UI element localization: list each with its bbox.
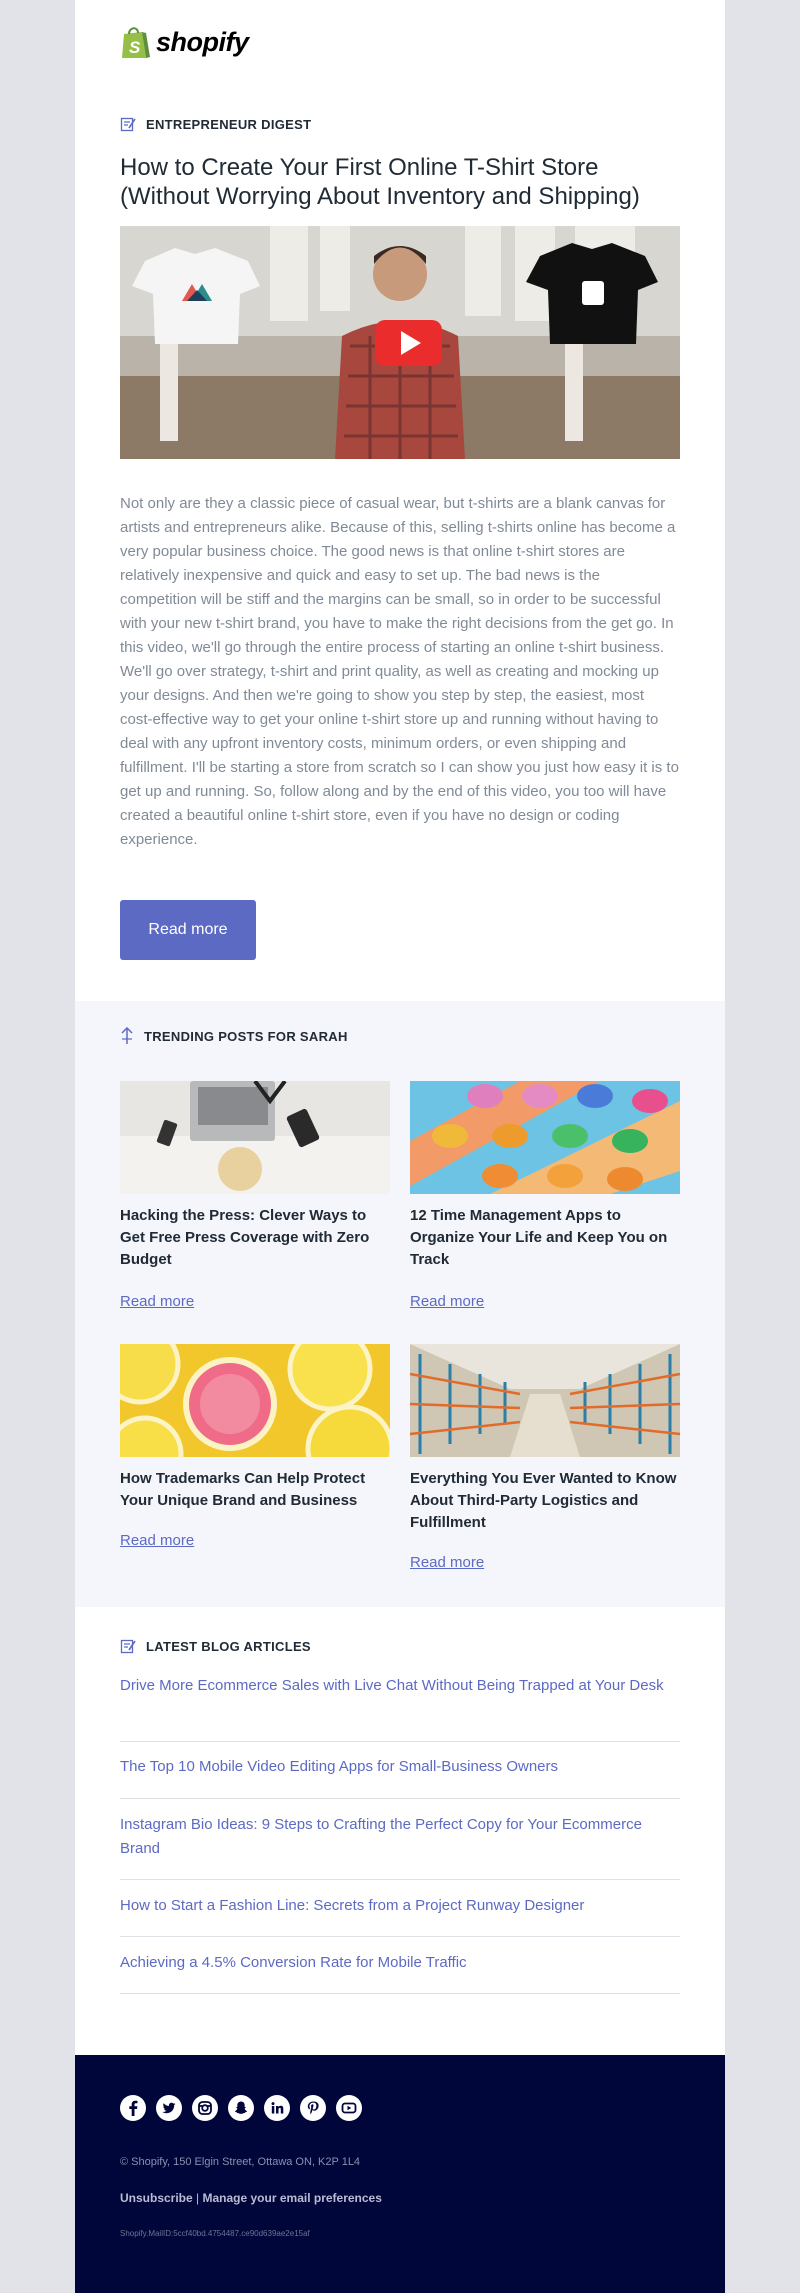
- trending-card: 12 Time Management Apps to Organize Your…: [410, 1081, 680, 1310]
- trending-card: Everything You Ever Wanted to Know About…: [410, 1344, 680, 1571]
- video-thumbnail[interactable]: [120, 226, 680, 459]
- trending-card-link[interactable]: Read more: [410, 1293, 484, 1310]
- pinterest-icon[interactable]: [300, 2095, 326, 2121]
- video-still: [120, 226, 680, 459]
- digest-kicker: ENTREPRENEUR DIGEST: [120, 116, 311, 132]
- manage-preferences-link[interactable]: Manage your email preferences: [203, 2191, 382, 2205]
- youtube-icon[interactable]: [336, 2095, 362, 2121]
- social-links: [120, 2095, 362, 2121]
- trending-card-link[interactable]: Read more: [120, 1293, 194, 1310]
- trending-arrow-icon: [120, 1027, 134, 1045]
- trending-card-image[interactable]: [120, 1344, 390, 1457]
- shopify-logo[interactable]: S shopify: [120, 22, 249, 62]
- article-title[interactable]: How to Create Your First Online T-Shirt …: [120, 153, 680, 211]
- read-more-button[interactable]: Read more: [120, 900, 256, 960]
- mail-id: Shopify.MailID:5ccf40bd.4754487.ce90d639…: [120, 2229, 310, 2238]
- email-container: S shopify ENTREPRENEUR DIGEST How to Cre…: [75, 0, 725, 2293]
- blog-article-link[interactable]: Achieving a 4.5% Conversion Rate for Mob…: [120, 1951, 680, 1975]
- blog-list-item: How to Start a Fashion Line: Secrets fro…: [120, 1894, 680, 1937]
- blog-article-link[interactable]: Instagram Bio Ideas: 9 Steps to Crafting…: [120, 1813, 680, 1861]
- linkedin-icon[interactable]: [264, 2095, 290, 2121]
- twitter-icon[interactable]: [156, 2095, 182, 2121]
- trending-section: TRENDING POSTS FOR SARAH Hacking the Pre…: [75, 1001, 725, 1607]
- trending-card-link[interactable]: Read more: [410, 1554, 484, 1571]
- trending-card-title[interactable]: How Trademarks Can Help Protect Your Uni…: [120, 1468, 390, 1512]
- trending-card: Hacking the Press: Clever Ways to Get Fr…: [120, 1081, 390, 1310]
- edit-note-icon: [120, 116, 136, 132]
- blog-list-item: Achieving a 4.5% Conversion Rate for Mob…: [120, 1951, 680, 1994]
- trending-card-title[interactable]: Hacking the Press: Clever Ways to Get Fr…: [120, 1205, 390, 1271]
- facebook-icon[interactable]: [120, 2095, 146, 2121]
- trending-kicker-label: TRENDING POSTS FOR SARAH: [144, 1028, 348, 1044]
- edit-note-icon: [120, 1638, 136, 1654]
- trending-card-image[interactable]: [410, 1344, 680, 1457]
- blog-article-link[interactable]: The Top 10 Mobile Video Editing Apps for…: [120, 1755, 680, 1779]
- latest-kicker-label: LATEST BLOG ARTICLES: [146, 1638, 311, 1654]
- instagram-icon[interactable]: [192, 2095, 218, 2121]
- trending-kicker: TRENDING POSTS FOR SARAH: [120, 1027, 348, 1045]
- svg-text:S: S: [129, 38, 141, 57]
- shopify-bag-icon: S: [122, 26, 150, 58]
- company-address: © Shopify, 150 Elgin Street, Ottawa ON, …: [120, 2156, 361, 2168]
- trending-card-title[interactable]: 12 Time Management Apps to Organize Your…: [410, 1205, 680, 1271]
- blog-article-link[interactable]: How to Start a Fashion Line: Secrets fro…: [120, 1894, 680, 1918]
- trending-card: How Trademarks Can Help Protect Your Uni…: [120, 1344, 390, 1549]
- blog-list-item: Instagram Bio Ideas: 9 Steps to Crafting…: [120, 1813, 680, 1880]
- blog-article-link[interactable]: Drive More Ecommerce Sales with Live Cha…: [120, 1674, 680, 1698]
- shopify-wordmark: shopify: [156, 26, 249, 57]
- trending-card-image[interactable]: [410, 1081, 680, 1194]
- trending-card-image[interactable]: [120, 1081, 390, 1194]
- snapchat-icon[interactable]: [228, 2095, 254, 2121]
- blog-list-item: Drive More Ecommerce Sales with Live Cha…: [120, 1674, 680, 1742]
- latest-kicker: LATEST BLOG ARTICLES: [120, 1638, 311, 1654]
- email-footer: © Shopify, 150 Elgin Street, Ottawa ON, …: [75, 2055, 725, 2293]
- play-button-icon[interactable]: [375, 320, 442, 366]
- trending-card-link[interactable]: Read more: [120, 1532, 194, 1549]
- blog-list-item: The Top 10 Mobile Video Editing Apps for…: [120, 1755, 680, 1799]
- trending-card-title[interactable]: Everything You Ever Wanted to Know About…: [410, 1468, 680, 1534]
- unsubscribe-link[interactable]: Unsubscribe: [120, 2191, 193, 2205]
- footer-links: Unsubscribe | Manage your email preferen…: [120, 2191, 382, 2205]
- digest-kicker-label: ENTREPRENEUR DIGEST: [146, 116, 312, 132]
- article-body: Not only are they a classic piece of cas…: [120, 495, 679, 848]
- link-separator: |: [196, 2191, 200, 2205]
